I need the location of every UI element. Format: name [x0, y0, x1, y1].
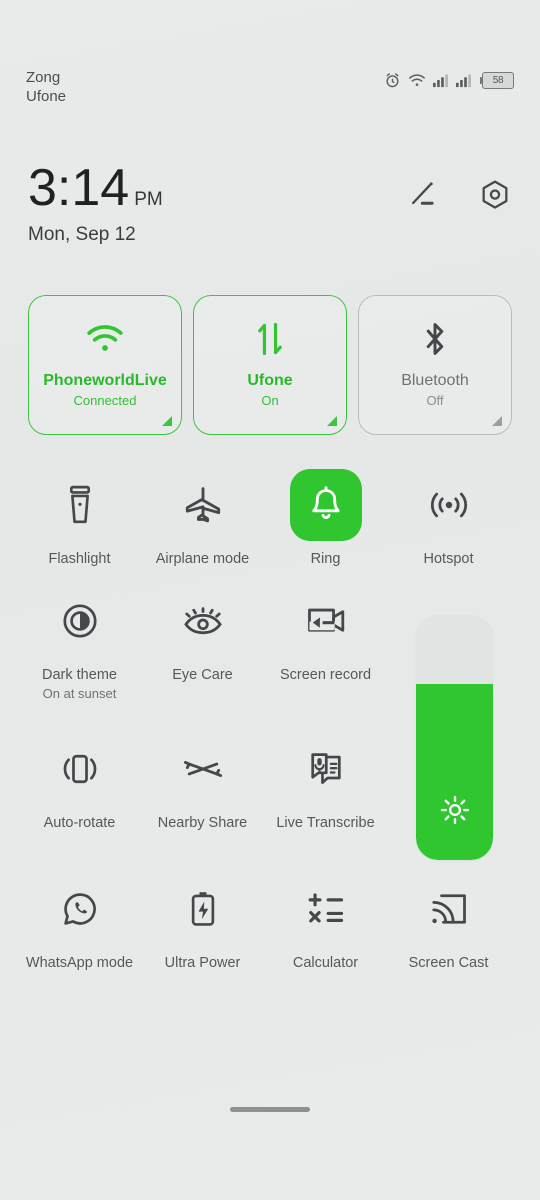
toggle-ultra-power[interactable]: Ultra Power [141, 859, 264, 979]
tile-bluetooth-label: Bluetooth [401, 372, 469, 389]
tile-wifi[interactable]: PhoneworldLive Connected [28, 295, 182, 435]
toggle-flashlight[interactable]: Flashlight [18, 455, 141, 571]
screen-cast-icon [413, 873, 485, 945]
toggle-label: Nearby Share [157, 815, 248, 831]
toggle-screen-record[interactable]: Screen record [264, 571, 387, 719]
tile-mobile-data-label: Ufone [247, 372, 293, 389]
tile-mobile-data[interactable]: Ufone On [193, 295, 347, 435]
brightness-slider[interactable] [416, 615, 493, 860]
alarm-icon [384, 72, 401, 89]
calculator-icon [290, 873, 362, 945]
signal-icon-1 [433, 73, 449, 88]
wifi-icon [408, 73, 426, 88]
battery-icon: 58 [479, 72, 514, 89]
connectivity-tiles: PhoneworldLive Connected Ufone On Blueto… [0, 295, 540, 435]
clock-date: Mon, Sep 12 [28, 224, 136, 245]
tile-mobile-data-status: On [261, 393, 279, 408]
toggle-label: Dark theme [42, 667, 117, 683]
battery-percent: 58 [482, 72, 514, 89]
carrier-secondary: Ufone [26, 88, 67, 105]
toggle-whatsapp-mode[interactable]: WhatsApp mode [18, 859, 141, 979]
toggle-airplane-mode[interactable]: Airplane mode [141, 455, 264, 571]
home-gesture-bar[interactable] [230, 1107, 310, 1112]
carrier-primary: Zong [26, 69, 61, 86]
tile-bluetooth[interactable]: Bluetooth Off [358, 295, 512, 435]
whatsapp-icon [44, 873, 116, 945]
clock-time: 3:14 [28, 159, 130, 217]
wifi-icon [85, 318, 125, 360]
nearby-share-icon [167, 733, 239, 805]
toggle-label: Screen Cast [408, 955, 489, 971]
toggle-dark-theme[interactable]: Dark theme On at sunset [18, 571, 141, 719]
toggle-nearby-share[interactable]: Nearby Share [141, 719, 264, 859]
system-icons: 58 [384, 68, 514, 89]
tile-wifi-label: PhoneworldLive [43, 372, 167, 389]
hotspot-icon [413, 469, 485, 541]
toggle-live-transcribe[interactable]: Live Transcribe [264, 719, 387, 859]
brightness-fill [416, 683, 493, 860]
live-transcribe-icon [290, 733, 362, 805]
status-bar: Zong Ufone 58 [0, 68, 540, 108]
carrier-labels: Zong Ufone [26, 68, 66, 106]
toggle-row-1: Flashlight Airplane mode Ring Hotspot [18, 455, 522, 571]
toggle-label: Ultra Power [164, 955, 241, 971]
toggle-screen-cast[interactable]: Screen Cast [387, 859, 510, 979]
expand-corner-icon[interactable] [162, 416, 172, 426]
clock-block[interactable]: 3:14 PM Mon, Sep 12 [28, 160, 163, 246]
brightness-sun-icon [440, 795, 470, 830]
toggle-label: Screen record [279, 667, 372, 683]
bell-icon [289, 469, 362, 541]
toggle-calculator[interactable]: Calculator [264, 859, 387, 979]
expand-corner-icon[interactable] [492, 416, 502, 426]
toggle-ring[interactable]: Ring [264, 455, 387, 571]
contrast-circle-icon [44, 585, 116, 657]
toggle-label: Ring [310, 551, 341, 567]
toggle-label: Calculator [292, 955, 359, 971]
toggle-sublabel: On at sunset [42, 686, 117, 701]
eye-icon [167, 585, 239, 657]
toggle-hotspot[interactable]: Hotspot [387, 455, 510, 571]
auto-rotate-icon [44, 733, 116, 805]
toggle-row-4: WhatsApp mode Ultra Power Calculator Scr… [18, 859, 522, 979]
battery-bolt-icon [167, 873, 239, 945]
quick-settings-panel: Zong Ufone 58 3:14 PM Mon, Sep 12 Phonew… [0, 0, 540, 1200]
time-line: 3:14 PM [28, 160, 163, 216]
airplane-icon [167, 469, 239, 541]
toggle-eye-care[interactable]: Eye Care [141, 571, 264, 719]
bluetooth-icon [419, 318, 451, 360]
clock-row: 3:14 PM Mon, Sep 12 [0, 160, 540, 246]
toggle-label: Auto-rotate [43, 815, 116, 831]
toggle-label: WhatsApp mode [25, 955, 134, 971]
toggle-label: Eye Care [172, 667, 233, 683]
tile-bluetooth-status: Off [426, 393, 444, 408]
toggle-label: Live Transcribe [276, 815, 375, 831]
toggle-label: Flashlight [48, 551, 111, 567]
flashlight-icon [44, 469, 116, 541]
toggle-label: Hotspot [423, 551, 474, 567]
header-action-icons [408, 160, 512, 212]
mobile-data-icon [253, 318, 287, 360]
screen-record-icon [290, 585, 362, 657]
toggle-auto-rotate[interactable]: Auto-rotate [18, 719, 141, 859]
toggle-label: Airplane mode [155, 551, 250, 567]
clock-ampm: PM [134, 189, 163, 210]
edit-pencil-icon[interactable] [408, 179, 440, 211]
tile-wifi-status: Connected [73, 393, 137, 408]
expand-corner-icon[interactable] [327, 416, 337, 426]
signal-icon-2 [456, 73, 472, 88]
settings-hexagon-icon[interactable] [478, 178, 512, 212]
